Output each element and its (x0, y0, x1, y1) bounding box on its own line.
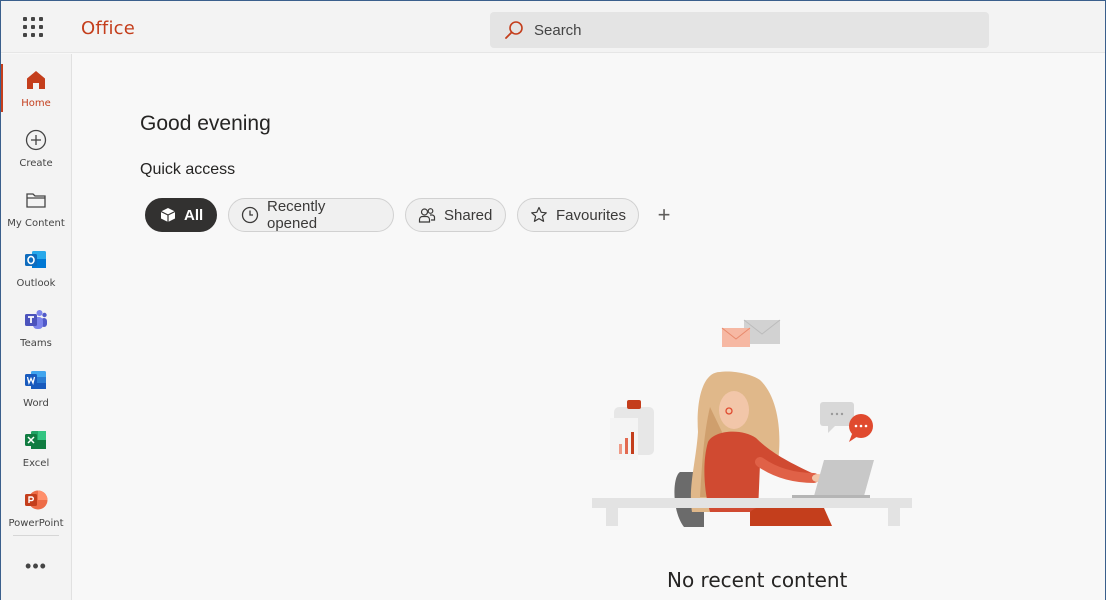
add-filter-button[interactable]: + (654, 204, 674, 226)
search-icon (505, 21, 523, 39)
search-input[interactable]: Search (534, 22, 582, 39)
clock-icon (241, 206, 259, 224)
people-icon (418, 206, 436, 224)
rail-item-label: Home (21, 98, 51, 109)
rail-item-label: My Content (7, 218, 65, 229)
page-title: Good evening (140, 112, 271, 135)
office-brand-link[interactable]: Office (81, 18, 135, 39)
rail-item-outlook[interactable]: Outlook (1, 238, 71, 296)
search-box[interactable]: Search (490, 12, 989, 48)
rail-item-label: Create (19, 158, 53, 169)
star-icon (530, 206, 548, 224)
chip-label: Favourites (556, 206, 627, 224)
empty-state-message: No recent content (667, 568, 848, 592)
outlook-icon (24, 248, 48, 272)
rail-item-create[interactable]: Create (1, 118, 71, 176)
rail-item-excel[interactable]: Excel (1, 418, 71, 476)
top-bar: Office Search (1, 1, 1105, 53)
main-content: Good evening Quick access All Recently o… (72, 54, 1105, 600)
chip-label: Recently opened (267, 198, 326, 232)
excel-icon (24, 428, 48, 452)
filter-chip-favourites[interactable]: Favourites (517, 198, 639, 232)
rail-item-label: Outlook (16, 278, 56, 289)
rail-item-label: Teams (20, 338, 52, 349)
empty-state-illustration (592, 319, 912, 527)
left-app-rail: Home Create My Content Outlook Teams Wor… (1, 54, 72, 600)
more-apps-button[interactable]: ••• (1, 550, 71, 582)
rail-item-teams[interactable]: Teams (1, 298, 71, 356)
home-icon (24, 68, 48, 92)
rail-item-my-content[interactable]: My Content (1, 178, 71, 236)
rail-divider (13, 535, 59, 536)
rail-item-home[interactable]: Home (1, 58, 71, 116)
teams-icon (24, 308, 48, 332)
powerpoint-icon (24, 488, 48, 512)
create-icon (24, 128, 48, 152)
cube-icon (160, 206, 176, 224)
filter-chip-all[interactable]: All (145, 198, 217, 232)
word-icon (24, 368, 48, 392)
rail-item-label: Excel (22, 458, 50, 469)
rail-item-label: PowerPoint (8, 518, 64, 529)
filter-chips: All Recently opened Shared Favourites + (145, 198, 674, 232)
chip-label: All (184, 206, 204, 224)
folder-icon (24, 188, 48, 212)
app-launcher-icon[interactable] (19, 14, 45, 40)
rail-item-word[interactable]: Word (1, 358, 71, 416)
quick-access-heading: Quick access (140, 161, 236, 178)
filter-chip-recently-opened[interactable]: Recently opened (228, 198, 394, 232)
rail-item-label: Word (23, 398, 49, 409)
chip-label: Shared (444, 206, 493, 224)
rail-item-powerpoint[interactable]: PowerPoint (1, 478, 71, 536)
filter-chip-shared[interactable]: Shared (405, 198, 506, 232)
